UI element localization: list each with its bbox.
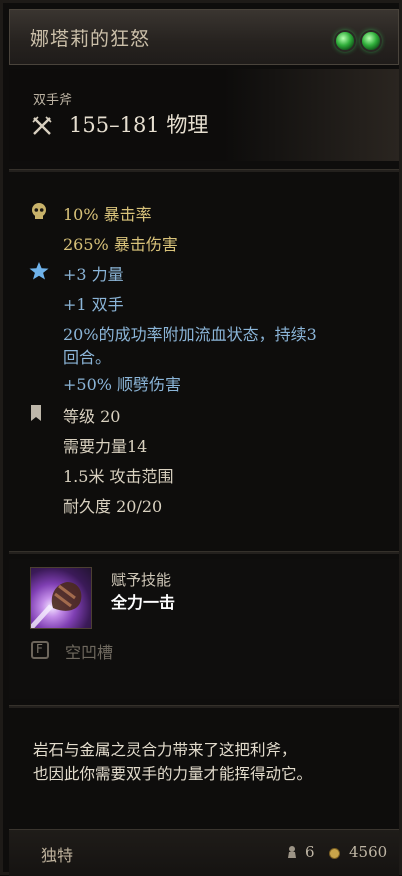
tooltip-footer: 独特 6 4560 xyxy=(9,829,399,876)
item-description: 岩石与金属之灵合力带来了这把利斧， 也因此你需要双手的力量才能挥得动它。 xyxy=(33,738,385,786)
item-title: 娜塔莉的狂怒 xyxy=(30,28,151,50)
cleave-damage: +50% 顺劈伤害 xyxy=(63,375,182,394)
item-tooltip: 娜塔莉的狂怒 双手斧 155–181 物理 10% 暴击率 265% 暴击伤害 … xyxy=(0,0,402,876)
star-icon xyxy=(29,262,49,280)
granted-skill-label: 赋予技能 xyxy=(111,571,172,589)
granted-skill-section: 赋予技能 全力一击 F 空凹槽 xyxy=(9,559,399,699)
weight-icon xyxy=(288,846,296,858)
crossed-swords-icon xyxy=(32,116,52,135)
stats-section: 10% 暴击率 265% 暴击伤害 +3 力量 +1 双手 20%的成功率附加流… xyxy=(9,181,399,553)
gold-value: 4560 xyxy=(349,843,388,861)
description-line: 岩石与金属之灵合力带来了这把利斧， xyxy=(33,741,297,759)
damage-value: 155–181 物理 xyxy=(69,113,209,137)
divider xyxy=(9,169,399,172)
bonus-strength: +3 力量 xyxy=(63,265,124,284)
weight-value: 6 xyxy=(305,843,315,861)
bleed-effect-line1: 20%的成功率附加流血状态，持续3 xyxy=(63,325,317,344)
rune-slot-gem-icon xyxy=(362,32,380,50)
bleed-effect-line2: 回合。 xyxy=(63,348,112,367)
rune-slot-gem-icon xyxy=(336,32,354,50)
bonus-two-handed: +1 双手 xyxy=(63,295,124,314)
item-level: 等级 20 xyxy=(63,407,121,426)
title-bar: 娜塔莉的狂怒 xyxy=(9,9,399,65)
rarity-label: 独特 xyxy=(41,846,74,865)
divider xyxy=(9,705,399,708)
divider xyxy=(9,551,399,554)
granted-skill-name: 全力一击 xyxy=(111,593,176,612)
weapon-type: 双手斧 xyxy=(33,93,73,108)
crit-damage: 265% 暴击伤害 xyxy=(63,235,178,254)
crit-chance: 10% 暴击率 xyxy=(63,205,152,224)
skill-icon[interactable] xyxy=(30,567,92,629)
description-line: 也因此你需要双手的力量才能挥得动它。 xyxy=(33,765,313,783)
coin-icon xyxy=(330,849,339,858)
strength-requirement: 需要力量14 xyxy=(63,437,148,456)
empty-slot-label: 空凹槽 xyxy=(65,643,114,662)
empty-slot-icon: F xyxy=(31,641,49,659)
bookmark-icon xyxy=(31,405,41,421)
skull-icon xyxy=(32,203,46,219)
weapon-header: 双手斧 155–181 物理 xyxy=(9,69,399,161)
durability: 耐久度 20/20 xyxy=(63,497,163,516)
attack-range: 1.5米 攻击范围 xyxy=(63,467,174,486)
